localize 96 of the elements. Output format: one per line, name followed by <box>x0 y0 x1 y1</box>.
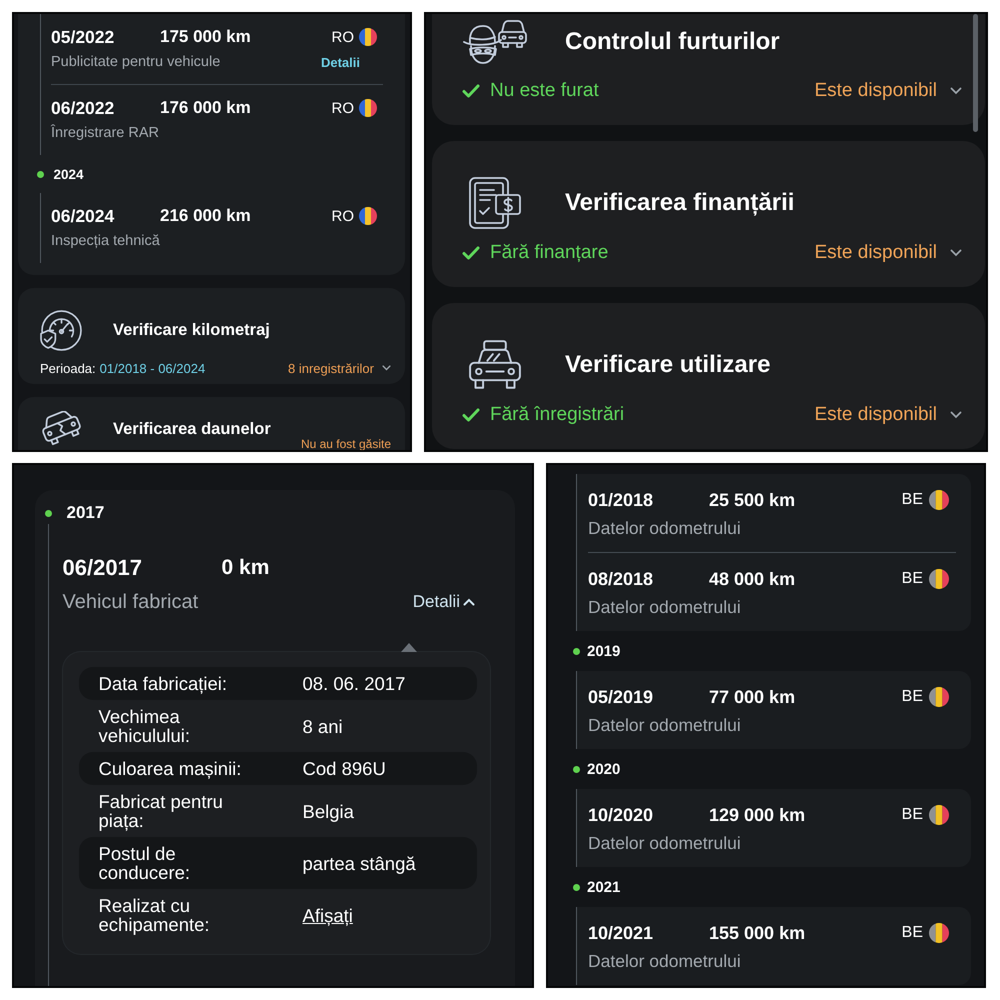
flag-icon <box>929 687 949 707</box>
availability-toggle[interactable]: Este disponibil <box>814 80 962 102</box>
gauge-icon <box>40 310 82 350</box>
result-text: Nu este furat <box>490 80 599 102</box>
timeline-dot-icon <box>572 766 580 772</box>
result-text: Fără finanțare <box>490 242 608 264</box>
country-code: BE <box>902 570 923 588</box>
check-icon <box>462 246 480 260</box>
year-label: 2021 <box>587 878 620 896</box>
flag-icon <box>359 207 377 225</box>
availability-toggle[interactable]: Este disponibil <box>814 242 962 264</box>
detail-value: 08. 06. 2017 <box>302 674 406 693</box>
flag-icon <box>929 569 949 589</box>
check-title: Verificare kilometraj <box>113 320 270 340</box>
detail-label: Vechimea vehiculului: <box>98 707 192 745</box>
timeline-dot-icon <box>44 510 52 516</box>
source-text: Datelor odometrului <box>588 597 742 617</box>
flag-icon <box>359 99 377 117</box>
mileage-value: 155 000 km <box>709 922 806 944</box>
year-label: 2019 <box>587 642 620 660</box>
show-link[interactable]: Afișați <box>302 906 353 924</box>
timeline-dot-icon <box>572 648 580 654</box>
damaged-car-icon <box>40 411 82 447</box>
mileage-value: 175 000 km <box>160 27 252 47</box>
country-code: BE <box>902 688 923 706</box>
country-code: RO <box>332 100 354 116</box>
caret-up-icon <box>463 598 475 606</box>
year-label: 2017 <box>66 503 104 523</box>
pointer-triangle-icon <box>401 643 417 652</box>
check-title: Verificare utilizare <box>565 351 770 379</box>
year-label: 2024 <box>54 166 84 182</box>
check-icon <box>462 408 480 422</box>
chevron-down-icon <box>950 249 962 257</box>
entry-date: 06/2022 <box>51 98 116 118</box>
entry-date: 10/2020 <box>588 804 654 826</box>
flag-icon <box>929 923 949 943</box>
timeline-dot-icon <box>572 884 580 890</box>
detail-value: Belgia <box>302 802 354 820</box>
mileage-value: 129 000 km <box>709 804 806 826</box>
details-toggle[interactable]: Detalii <box>412 592 475 612</box>
source-text: Datelor odometrului <box>588 951 742 971</box>
availability-toggle[interactable]: Este disponibil <box>814 404 962 426</box>
chevron-down-icon <box>382 365 391 371</box>
detail-value: 8 ani <box>302 716 343 736</box>
detail-value: partea stângă <box>302 854 416 872</box>
flag-icon <box>359 28 377 46</box>
document-dollar-icon <box>469 177 521 229</box>
year-label: 2020 <box>587 760 620 778</box>
flag-icon <box>929 805 949 825</box>
country-code: BE <box>902 924 923 942</box>
entry-date: 08/2018 <box>588 568 654 590</box>
scrollbar-thumb[interactable] <box>973 14 978 132</box>
entry-date: 06/2024 <box>51 206 116 226</box>
flag-icon <box>929 490 949 510</box>
mileage-value: 25 500 km <box>709 490 796 510</box>
entry-date: 05/2022 <box>51 26 116 48</box>
source-text: Înregistrare RAR <box>51 125 159 141</box>
records-toggle[interactable]: 8 inregistrărilor <box>288 360 391 376</box>
country-code: BE <box>902 491 923 509</box>
check-title: Verificarea daunelor <box>113 420 271 438</box>
detail-label: Realizat cu echipamente: <box>98 896 211 934</box>
result-text: Fără înregistrări <box>490 404 624 426</box>
detail-label: Fabricat pentru piața: <box>98 792 224 830</box>
source-text: Vehicul fabricat <box>62 590 198 614</box>
mileage-value: 77 000 km <box>709 686 796 708</box>
mileage-value: 216 000 km <box>160 206 252 226</box>
chevron-down-icon <box>950 411 962 419</box>
source-text: Datelor odometrului <box>588 833 742 853</box>
check-title: Verificarea finanțării <box>565 189 794 217</box>
source-text: Inspecția tehnică <box>51 233 160 249</box>
detail-label: Culoarea mașinii: <box>98 759 242 778</box>
period-label: Perioada: <box>40 360 96 376</box>
mileage-value: 176 000 km <box>160 98 252 118</box>
check-title: Controlul furturilor <box>565 28 780 56</box>
entry-date: 01/2018 <box>588 490 654 510</box>
mileage-value: 0 km <box>222 556 270 580</box>
period-value: 01/2018 - 06/2024 <box>100 360 206 376</box>
source-text: Datelor odometrului <box>588 518 742 538</box>
detail-value: Cod 896U <box>302 759 386 778</box>
entry-date: 10/2021 <box>588 922 654 944</box>
mileage-value: 48 000 km <box>709 568 796 590</box>
country-code: BE <box>902 806 923 824</box>
timeline-dot-icon <box>36 170 44 178</box>
check-icon <box>462 84 480 98</box>
source-text: Datelor odometrului <box>588 715 742 735</box>
entry-date: 06/2017 <box>62 555 144 581</box>
country-code: RO <box>332 208 354 224</box>
detail-label: Postul de conducere: <box>98 844 192 882</box>
burglar-car-icon <box>463 20 527 64</box>
entry-date: 05/2019 <box>588 686 654 708</box>
detail-label: Data fabricației: <box>98 674 228 693</box>
chevron-down-icon <box>950 87 962 95</box>
taxi-icon <box>469 340 521 390</box>
details-link[interactable]: Detalii <box>320 54 360 70</box>
source-text: Publicitate pentru vehicule <box>51 54 220 70</box>
country-code: RO <box>332 28 354 46</box>
